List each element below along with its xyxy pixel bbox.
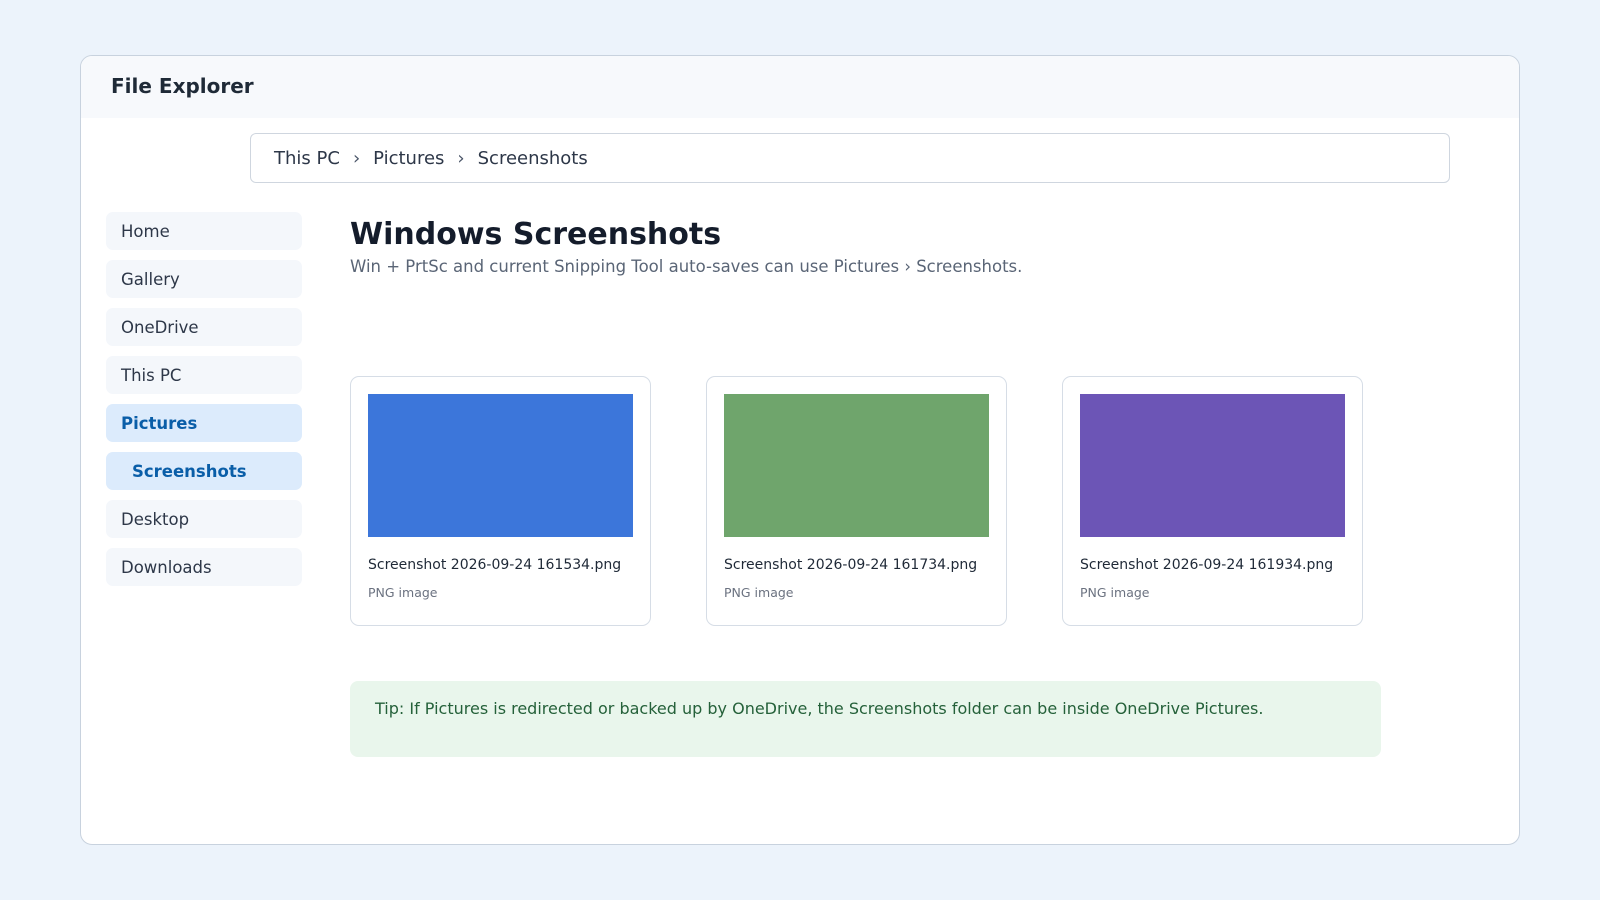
sidebar-item-label: Screenshots xyxy=(132,461,247,481)
sidebar-item-screenshots[interactable]: Screenshots xyxy=(106,452,302,490)
file-name: Screenshot 2026-09-24 161734.png xyxy=(724,557,978,573)
sidebar-item-label: Downloads xyxy=(121,557,212,577)
breadcrumb-item-screenshots[interactable]: Screenshots xyxy=(478,148,588,169)
file-thumbnail xyxy=(1080,394,1345,537)
file-type: PNG image xyxy=(724,585,794,600)
file-grid: Screenshot 2026-09-24 161534.png PNG ima… xyxy=(350,376,1363,626)
sidebar-item-onedrive[interactable]: OneDrive xyxy=(106,308,302,346)
address-bar[interactable]: This PC › Pictures › Screenshots xyxy=(250,133,1450,183)
file-type: PNG image xyxy=(368,585,438,600)
file-card[interactable]: Screenshot 2026-09-24 161934.png PNG ima… xyxy=(1062,376,1363,626)
sidebar-item-label: OneDrive xyxy=(121,317,199,337)
sidebar-item-label: Pictures xyxy=(121,413,198,433)
breadcrumb-item-this-pc[interactable]: This PC xyxy=(274,148,340,169)
tip-text: Tip: If Pictures is redirected or backed… xyxy=(375,699,1264,718)
window-title: File Explorer xyxy=(111,74,254,98)
sidebar-item-downloads[interactable]: Downloads xyxy=(106,548,302,586)
sidebar-item-label: Gallery xyxy=(121,269,180,289)
file-name: Screenshot 2026-09-24 161534.png xyxy=(368,557,622,573)
content-area: Windows Screenshots Win + PrtSc and curr… xyxy=(350,217,1460,757)
file-thumbnail xyxy=(724,394,989,537)
file-card[interactable]: Screenshot 2026-09-24 161734.png PNG ima… xyxy=(706,376,1007,626)
page-subtitle: Win + PrtSc and current Snipping Tool au… xyxy=(350,257,1023,276)
file-name: Screenshot 2026-09-24 161934.png xyxy=(1080,557,1334,573)
page-title: Windows Screenshots xyxy=(350,217,722,252)
sidebar-item-desktop[interactable]: Desktop xyxy=(106,500,302,538)
file-explorer-window: File Explorer This PC › Pictures › Scree… xyxy=(80,55,1520,845)
sidebar-item-this-pc[interactable]: This PC xyxy=(106,356,302,394)
sidebar-item-home[interactable]: Home xyxy=(106,212,302,250)
sidebar-item-gallery[interactable]: Gallery xyxy=(106,260,302,298)
breadcrumb-separator: › xyxy=(457,147,465,169)
file-type: PNG image xyxy=(1080,585,1150,600)
navigation-pane: Home Gallery OneDrive This PC Pictures S… xyxy=(106,212,302,596)
breadcrumb-item-pictures[interactable]: Pictures xyxy=(373,148,444,169)
sidebar-item-label: Desktop xyxy=(121,509,190,529)
sidebar-item-label: This PC xyxy=(121,365,182,385)
file-card[interactable]: Screenshot 2026-09-24 161534.png PNG ima… xyxy=(350,376,651,626)
sidebar-item-label: Home xyxy=(121,221,170,241)
breadcrumb-separator: › xyxy=(352,147,361,169)
onedrive-tip-banner: Tip: If Pictures is redirected or backed… xyxy=(350,681,1381,757)
file-thumbnail xyxy=(368,394,633,537)
sidebar-item-pictures[interactable]: Pictures xyxy=(106,404,302,442)
title-bar: File Explorer xyxy=(81,56,1519,118)
